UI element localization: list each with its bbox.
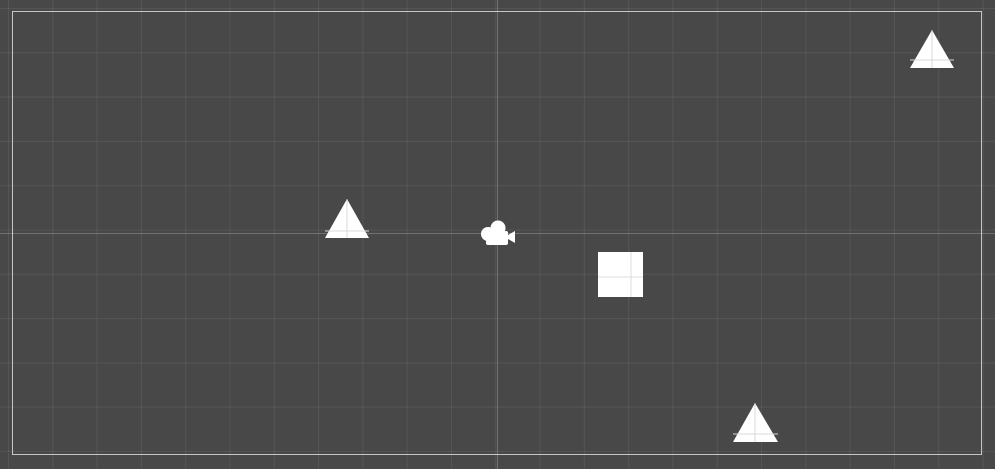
scene-view[interactable] [0,0,995,469]
square-sprite-icon [598,252,643,297]
triangle-sprite-top-right[interactable] [910,30,955,70]
triangle-sprite-bottom[interactable] [733,403,779,443]
square-sprite[interactable] [598,252,643,297]
triangle-sprite-icon [325,199,369,238]
triangle-sprite-left[interactable] [325,199,370,239]
camera-gizmo-icon [481,220,515,245]
camera-gizmo[interactable] [479,219,517,247]
triangle-sprite-icon [733,403,778,442]
triangle-sprite-icon [910,30,954,68]
